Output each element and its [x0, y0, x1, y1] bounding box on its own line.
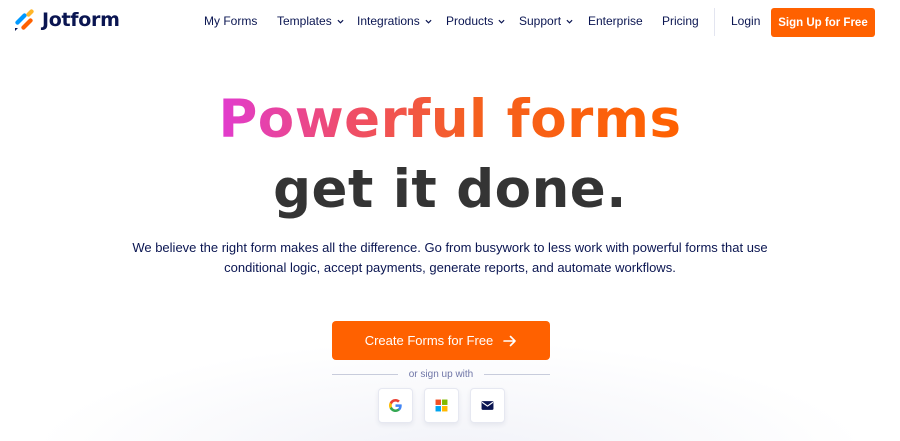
google-signup-button[interactable] [378, 388, 413, 423]
brand-name: Jotform [42, 9, 120, 31]
nav-item-templates[interactable]: Templates [277, 14, 344, 28]
jotform-logo[interactable]: Jotform [14, 8, 120, 32]
jotform-logo-icon [15, 9, 34, 31]
hero-title-gradient-text: Powerful forms [218, 89, 682, 150]
microsoft-icon [435, 399, 448, 412]
nav-item-my-forms[interactable]: My Forms [204, 14, 257, 28]
nav-divider [714, 8, 715, 36]
nav-item-support[interactable]: Support [519, 14, 573, 28]
nav-item-label: My Forms [204, 14, 258, 28]
google-icon [389, 399, 402, 412]
nav-item-label: Enterprise [588, 14, 643, 28]
sign-up-button[interactable]: Sign Up for Free [771, 8, 875, 37]
microsoft-signup-button[interactable] [424, 388, 459, 423]
nav-item-label: Pricing [662, 14, 699, 28]
email-icon [481, 401, 494, 410]
create-forms-button-label: Create Forms for Free [364, 333, 494, 348]
email-signup-button[interactable] [470, 388, 505, 423]
chevron-down-icon [566, 19, 573, 24]
top-navigation: Jotform My Forms Templates Integrations … [0, 0, 900, 44]
nav-item-label: Templates [277, 14, 332, 28]
nav-item-integrations[interactable]: Integrations [357, 14, 432, 28]
chevron-down-icon [498, 19, 505, 24]
chevron-down-icon [337, 19, 344, 24]
nav-item-label: Products [446, 14, 494, 28]
or-sign-up-text: or sign up with [408, 368, 474, 380]
arrow-right-icon [503, 335, 517, 346]
nav-item-label: Support [519, 14, 562, 28]
divider-line [483, 373, 550, 375]
hero-title-line1: Powerful forms [0, 88, 900, 152]
nav-item-enterprise[interactable]: Enterprise [588, 14, 643, 28]
chevron-down-icon [425, 19, 432, 24]
create-forms-button[interactable]: Create Forms for Free [332, 321, 550, 360]
hero-title-line2: get it done. [273, 159, 627, 220]
nav-item-pricing[interactable]: Pricing [662, 14, 699, 28]
or-sign-up-divider: or sign up with [332, 367, 550, 381]
divider-line [332, 373, 398, 375]
nav-item-products[interactable]: Products [446, 14, 505, 28]
nav-item-label: Integrations [357, 14, 420, 28]
hero-description: We believe the right form makes all the … [132, 240, 768, 275]
login-link[interactable]: Login [731, 14, 760, 28]
